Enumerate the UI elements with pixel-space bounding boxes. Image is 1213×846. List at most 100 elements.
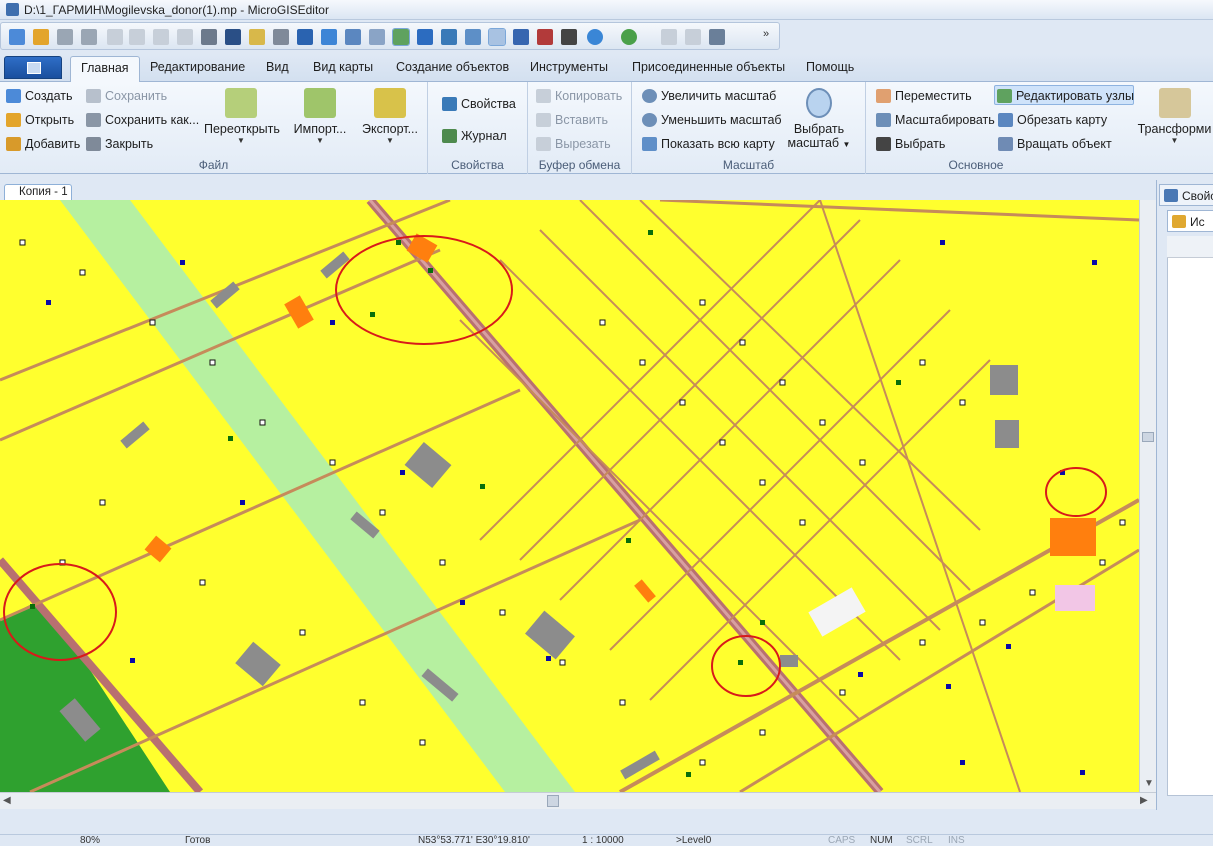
binoculars-icon[interactable]	[225, 29, 241, 45]
attach-icon[interactable]	[273, 29, 289, 45]
document-tab[interactable]: Копия - 1	[4, 184, 72, 201]
split-window-icon[interactable]	[685, 29, 701, 45]
select-button[interactable]: Выбрать	[874, 134, 945, 154]
undo-icon[interactable]	[107, 29, 123, 45]
save-icon	[86, 89, 101, 103]
title-bar: D:\1_ГАРМИН\Mogilevska_donor(1).mp - Mic…	[0, 0, 1213, 20]
show-all-button[interactable]: Показать всю карту	[640, 134, 775, 154]
panel-header[interactable]: Свойс	[1159, 184, 1213, 206]
journal-button[interactable]: Журнал	[440, 126, 507, 146]
group-title: Буфер обмена	[538, 158, 621, 172]
transform-button[interactable]: Трансформи ▼	[1136, 88, 1213, 145]
save-icon[interactable]	[57, 29, 73, 45]
layers-icon[interactable]	[321, 29, 337, 45]
zoom-in-button[interactable]: Увеличить масштаб	[640, 86, 776, 106]
dropdown-arrow-icon: ▼	[842, 140, 851, 149]
status-level: >Level0	[676, 835, 712, 846]
line-tool-icon[interactable]	[417, 29, 433, 45]
application-menu-button[interactable]	[4, 56, 62, 79]
choose-scale-button[interactable]: Выбрать масштаб ▼	[786, 88, 852, 152]
link-icon[interactable]	[369, 29, 385, 45]
map-canvas[interactable]	[0, 200, 1139, 792]
dropdown-arrow-icon: ▼	[1170, 136, 1179, 145]
tab-home[interactable]: Главная	[70, 56, 140, 83]
rotate-icon	[998, 137, 1013, 151]
save-button[interactable]: Сохранить	[84, 86, 167, 106]
home-icon[interactable]	[709, 29, 725, 45]
tab-map-view[interactable]: Вид карты	[313, 60, 373, 74]
scroll-thumb[interactable]	[1142, 432, 1154, 442]
pin-icon[interactable]	[441, 29, 457, 45]
scissors-icon	[536, 137, 551, 151]
new-window-icon[interactable]	[661, 29, 677, 45]
import-button[interactable]: Импорт... ▼	[292, 88, 348, 145]
bar-chart-icon[interactable]	[513, 29, 529, 45]
group-title: Основное	[948, 158, 1004, 172]
properties-button[interactable]: Свойства	[440, 94, 516, 114]
routing-icon[interactable]	[488, 28, 506, 46]
scale-tool-button[interactable]: Масштабировать	[874, 110, 995, 130]
cursor-select-icon[interactable]	[561, 29, 577, 45]
copy-button[interactable]: Копировать	[534, 86, 622, 106]
save-as-button[interactable]: Сохранить как...	[84, 110, 199, 130]
statistics-icon[interactable]	[537, 29, 553, 45]
windows-icon[interactable]	[345, 29, 361, 45]
edit-nodes-button[interactable]: Редактировать узлы	[994, 85, 1134, 105]
redo-icon[interactable]	[129, 29, 145, 45]
cut-button[interactable]: Вырезать	[534, 134, 611, 154]
dropdown-arrow-icon: ▼	[316, 136, 324, 145]
window-title: D:\1_ГАРМИН\Mogilevska_donor(1).mp - Mic…	[24, 3, 329, 17]
vertical-scrollbar[interactable]: ▼	[1139, 200, 1156, 792]
ribbon: Создать Открыть Добавить Сохранить Сохра…	[0, 82, 1213, 174]
globe-icon[interactable]	[587, 29, 603, 45]
add-button[interactable]: Добавить	[4, 134, 80, 154]
quick-access-toolbar: »	[0, 22, 780, 50]
measure-icon[interactable]	[465, 29, 481, 45]
group-title: Файл	[198, 158, 229, 172]
text-tool-icon[interactable]	[297, 29, 313, 45]
rotate-button[interactable]: Вращать объект	[996, 134, 1112, 154]
export-button[interactable]: Экспорт... ▼	[360, 88, 420, 145]
zoom-out-button[interactable]: Уменьшить масштаб	[640, 110, 782, 130]
tab-view[interactable]: Вид	[266, 60, 289, 74]
scroll-right-icon[interactable]: ▶	[1140, 795, 1148, 806]
transform-icon	[1158, 88, 1191, 118]
zoom-out-icon	[642, 113, 657, 127]
paste-icon[interactable]	[177, 29, 193, 45]
dropdown-arrow-icon: ▼	[386, 136, 394, 145]
magic-select-icon[interactable]	[249, 29, 265, 45]
open-button[interactable]: Открыть	[4, 110, 74, 130]
tab-tools[interactable]: Инструменты	[530, 60, 608, 74]
reopen-button[interactable]: Переоткрыть ▼	[204, 88, 280, 145]
open-folder-icon	[6, 113, 21, 127]
close-button[interactable]: Закрыть	[84, 134, 153, 154]
file-group: Создать Открыть Добавить Сохранить Сохра…	[0, 82, 428, 174]
panel-body	[1167, 236, 1213, 796]
scroll-down-icon[interactable]: ▼	[1144, 778, 1154, 789]
toolbar-overflow-icon[interactable]: »	[763, 28, 769, 40]
print-icon[interactable]	[81, 29, 97, 45]
hand-icon	[876, 89, 891, 103]
status-ins: INS	[948, 835, 965, 846]
pink-building	[1055, 585, 1095, 611]
status-zoom: 80%	[80, 835, 101, 846]
open-map-icon[interactable]	[9, 29, 25, 45]
scroll-thumb[interactable]	[547, 795, 559, 807]
world-icon[interactable]	[621, 29, 637, 45]
clipboard-icon[interactable]	[201, 29, 217, 45]
move-button[interactable]: Переместить	[874, 86, 972, 106]
tab-create-objects[interactable]: Создание объектов	[396, 60, 509, 74]
tab-help[interactable]: Помощь	[806, 60, 854, 74]
open-folder-icon[interactable]	[33, 29, 49, 45]
create-button[interactable]: Создать	[4, 86, 73, 106]
status-num: NUM	[870, 835, 893, 846]
horizontal-scrollbar[interactable]: ◀ ▶	[0, 792, 1156, 809]
crop-map-button[interactable]: Обрезать карту	[996, 110, 1107, 130]
tab-attached-objects[interactable]: Присоединенные объекты	[632, 60, 785, 74]
copy-icon[interactable]	[153, 29, 169, 45]
panel-tab[interactable]: Ис	[1167, 210, 1213, 232]
scroll-left-icon[interactable]: ◀	[3, 795, 11, 806]
tab-editing[interactable]: Редактирование	[150, 60, 245, 74]
edit-nodes-icon[interactable]	[392, 28, 410, 46]
paste-button[interactable]: Вставить	[534, 110, 608, 130]
